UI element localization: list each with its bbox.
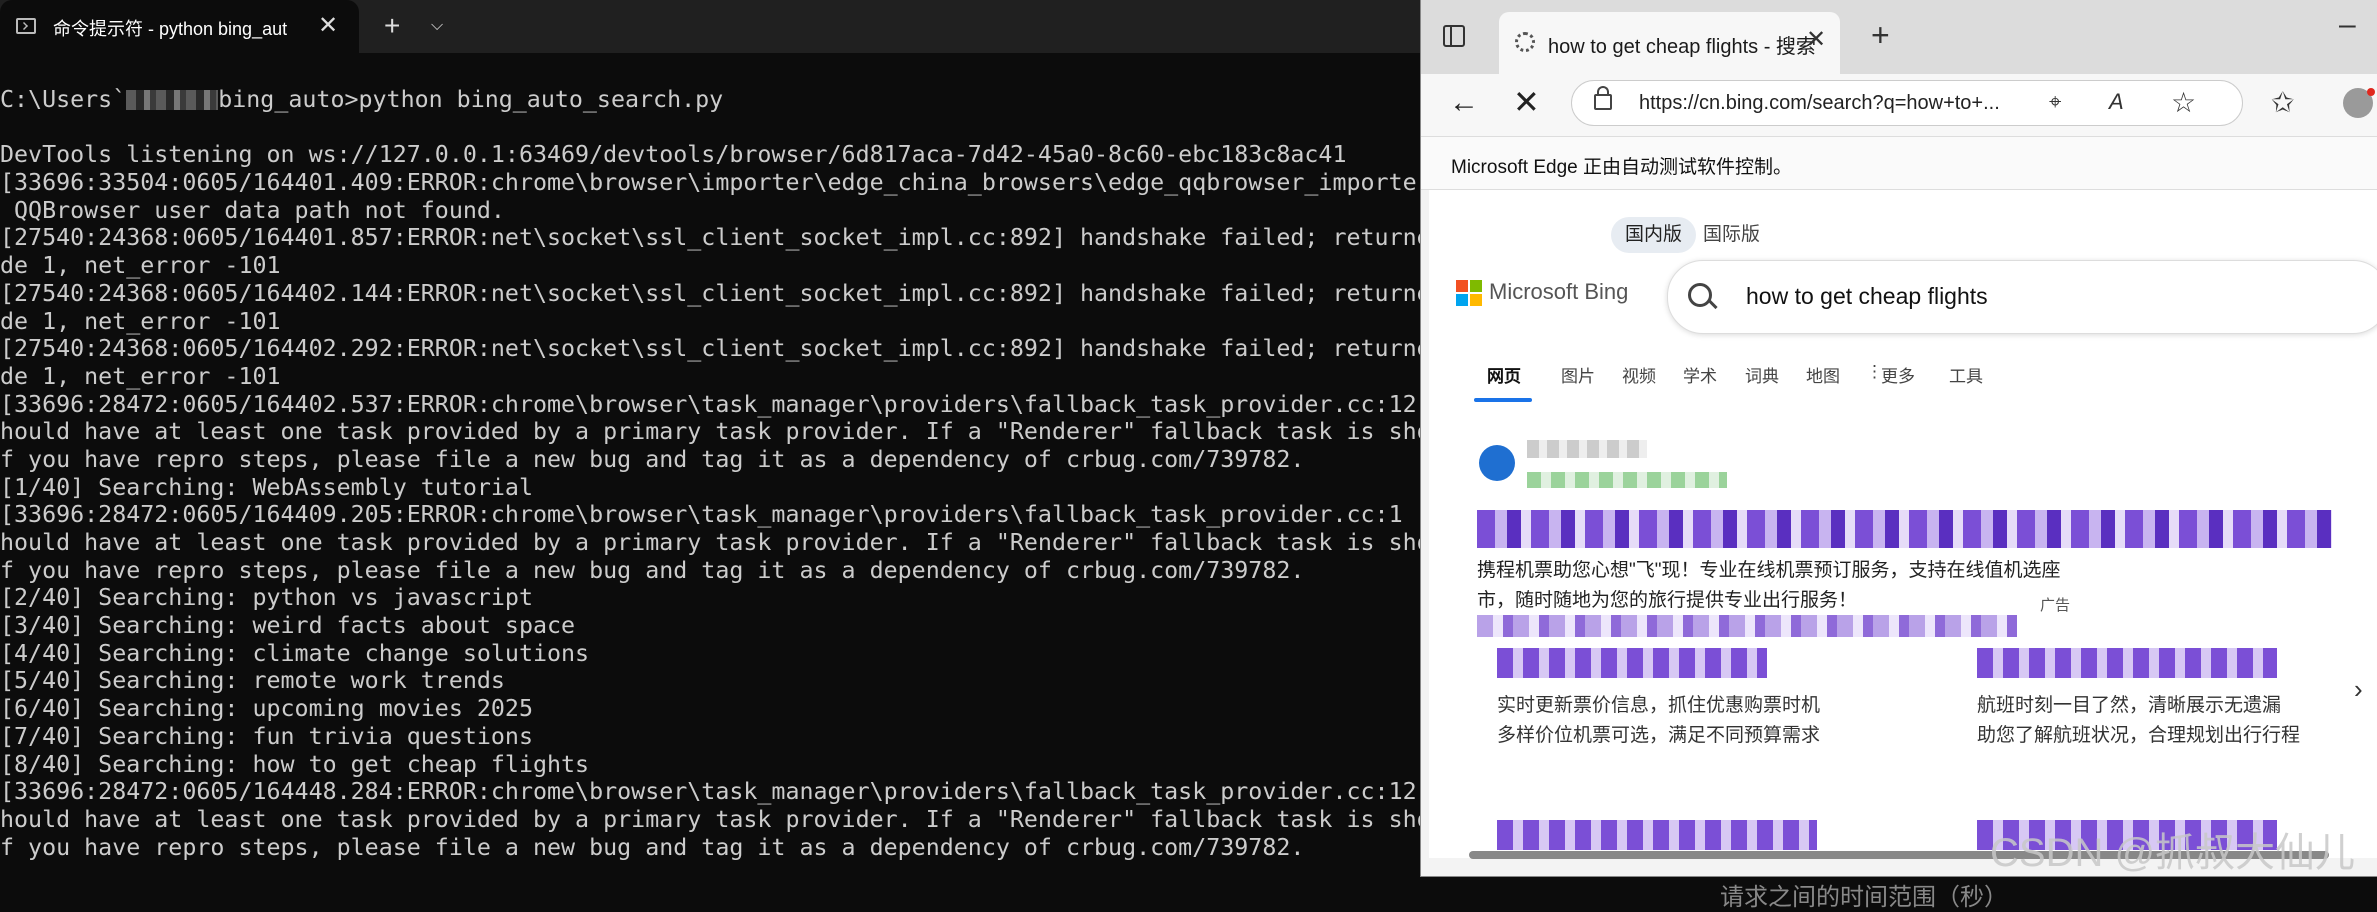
terminal-log-line: [3/40] Searching: weird facts about spac… [0, 612, 576, 640]
terminal-log-line: [27540:24368:0605/164401.857:ERROR:net\s… [0, 224, 1424, 252]
result-description-line1: 携程机票助您心想"飞"现！专业在线机票预订服务，支持在线值机选座 [1477, 560, 2061, 581]
browser-tab-title: how to get cheap flights - 搜索 [1548, 36, 1816, 58]
new-tab-button[interactable]: + [1871, 18, 1890, 52]
loading-spinner-icon [1515, 32, 1535, 52]
prompt-prefix: C:\Users` [0, 86, 127, 113]
blurred-sitelink-card3-title[interactable] [1497, 820, 1817, 850]
scope-tab-maps[interactable]: 地图 [1806, 362, 1840, 387]
scope-tab-videos[interactable]: 视频 [1622, 362, 1656, 387]
terminal-window: 命令提示符 - python bing_aut ✕ + ⌵ C:\Users` b… [0, 0, 1424, 893]
chevron-down-icon[interactable]: ⌵ [431, 12, 443, 40]
terminal-log-line: [8/40] Searching: how to get cheap fligh… [0, 750, 590, 778]
profile-avatar[interactable] [2343, 88, 2375, 118]
bing-brand-name[interactable]: Microsoft Bing [1489, 279, 1628, 305]
blurred-sitelink-card2-title[interactable] [1977, 648, 2277, 678]
sitelink-card1-line1: 实时更新票价信息，抓住优惠购票时机 [1497, 695, 1821, 716]
terminal-log-line: de 1, net_error -101 [0, 362, 281, 390]
url-text[interactable]: https://cn.bing.com/search?q=how+to+... [1639, 92, 2000, 115]
terminal-log-line: f you have repro steps, please file a ne… [0, 556, 1305, 584]
terminal-log-line: hould have at least one task provided by… [0, 529, 1424, 556]
terminal-log-line: [4/40] Searching: climate change solutio… [0, 639, 590, 667]
terminal-log-line: [27540:24368:0605/164402.292:ERROR:net\s… [0, 335, 1424, 363]
ad-label: 广告 [2040, 597, 2071, 614]
terminal-log-line: DevTools listening on ws://127.0.0.1:634… [0, 141, 1347, 169]
workspaces-icon[interactable] [1443, 25, 1465, 47]
terminal-tab-title: 命令提示符 - python bing_aut [53, 19, 288, 39]
automation-infobar: Microsoft Edge 正由自动测试软件控制。 [1421, 136, 2377, 190]
blurred-site-name[interactable] [1527, 440, 1647, 458]
close-icon[interactable]: ✕ [318, 11, 338, 41]
new-tab-button[interactable]: + [384, 10, 400, 42]
terminal-log-line: [1/40] Searching: WebAssembly tutorial [0, 473, 533, 501]
terminal-tab[interactable]: 命令提示符 - python bing_aut ✕ [0, 0, 359, 53]
terminal-prompt-line: C:\Users` bing_auto>python bing_auto_sear… [0, 86, 1424, 114]
terminal-tab-bar: 命令提示符 - python bing_aut ✕ + ⌵ [0, 0, 1424, 53]
terminal-log-line: de 1, net_error -101 [0, 252, 281, 280]
close-icon[interactable]: ✕ [1806, 26, 1826, 54]
read-aloud-icon[interactable]: A [2109, 89, 2124, 115]
terminal-log-line: [33696:28472:0605/164409.205:ERROR:chrom… [0, 501, 1403, 529]
scope-tab-images[interactable]: 图片 [1561, 362, 1595, 387]
sitelink-card2-line2: 助您了解航班状况，合理规划出行行程 [1977, 725, 2301, 746]
market-tab-domestic[interactable]: 国内版 [1611, 217, 1697, 253]
blurred-sitelink-card1-title[interactable] [1497, 648, 1767, 678]
stop-loading-icon[interactable]: ✕ [1513, 84, 1540, 120]
terminal-log-line: f you have repro steps, please file a ne… [0, 445, 1305, 473]
scope-tab-dictionary[interactable]: 词典 [1745, 362, 1779, 387]
address-bar[interactable]: https://cn.bing.com/search?q=how+to+... … [1571, 80, 2243, 126]
search-icon[interactable] [1688, 283, 1712, 307]
scope-tab-more[interactable]: 更多 [1881, 362, 1915, 387]
bing-results-page: 国内版 国际版 Microsoft Bing how to get cheap … [1429, 190, 2377, 858]
edge-browser-window: how to get cheap flights - 搜索 ✕ + – ← ✕ … [1420, 0, 2377, 877]
csdn-watermark: CSDN @抓叔大仙儿 [1990, 831, 2356, 875]
terminal-log-line: [33696:33504:0605/164401.409:ERROR:chrom… [0, 169, 1424, 197]
prompt-command: bing_auto>python bing_auto_search.py [218, 86, 724, 113]
browser-tab-active[interactable]: how to get cheap flights - 搜索 ✕ [1499, 12, 1840, 74]
terminal-log-line: [33696:28472:0605/164448.284:ERROR:chrom… [0, 778, 1417, 806]
terminal-log-line: QQBrowser user data path not found. [0, 196, 505, 224]
browser-toolbar: ← ✕ https://cn.bing.com/search?q=how+to+… [1421, 74, 2377, 136]
terminal-output: C:\Users` bing_auto>python bing_auto_sear… [0, 86, 1424, 893]
sitelink-card2-line1: 航班时刻一目了然，清晰展示无遗漏 [1977, 695, 2282, 716]
terminal-log-line: de 1, net_error -101 [0, 307, 281, 335]
terminal-log-line: [6/40] Searching: upcoming movies 2025 [0, 695, 533, 723]
terminal-log-line: [2/40] Searching: python vs javascript [0, 584, 533, 612]
blurred-result-title-link[interactable] [1477, 510, 2332, 548]
chevron-right-icon[interactable]: › [2354, 674, 2363, 705]
scope-tab-web[interactable]: 网页 [1487, 362, 1521, 387]
terminal-log-line: [27540:24368:0605/164402.144:ERROR:net\s… [0, 279, 1424, 307]
search-input[interactable]: how to get cheap flights [1667, 260, 2377, 334]
blurred-sitelinks-row[interactable] [1477, 615, 2017, 637]
infobar-text: Microsoft Edge 正由自动测试软件控制。 [1451, 157, 1792, 178]
redacted-username [126, 90, 219, 110]
terminal-log-line: [7/40] Searching: fun trivia questions [0, 722, 533, 750]
back-arrow-icon[interactable]: ← [1449, 86, 1479, 120]
active-scope-underline [1474, 398, 1532, 402]
minimize-button[interactable]: – [2339, 10, 2356, 40]
lock-icon[interactable] [1594, 86, 1612, 110]
sitelink-card1-line2: 多样价位机票可选，满足不同预算需求 [1497, 725, 1821, 746]
terminal-log-line: f you have repro steps, please file a ne… [0, 833, 1305, 861]
location-icon[interactable]: ⌖ [2049, 89, 2061, 115]
result-site-favicon[interactable] [1479, 445, 1515, 481]
blurred-site-url[interactable] [1527, 472, 1727, 488]
market-tab-international[interactable]: 国际版 [1689, 217, 1774, 253]
favorites-icon[interactable]: ✩ [2271, 88, 2294, 118]
microsoft-logo-icon [1456, 280, 1482, 306]
favorite-star-icon[interactable]: ☆ [2171, 86, 2196, 119]
terminal-log-line: [33696:28472:0605/164402.537:ERROR:chrom… [0, 390, 1417, 418]
terminal-log-line: hould have at least one task provided by… [0, 805, 1424, 833]
scope-tab-academic[interactable]: 学术 [1683, 362, 1717, 387]
background-window-text: 请求之间的时间范围（秒） [1720, 884, 2008, 911]
terminal-log-line: hould have at least one task provided by… [0, 418, 1424, 446]
terminal-icon [16, 18, 36, 34]
search-query[interactable]: how to get cheap flights [1746, 283, 1988, 310]
terminal-log-line: [5/40] Searching: remote work trends [0, 667, 505, 695]
scope-tab-tools[interactable]: 工具 [1949, 362, 1983, 387]
browser-tab-bar: how to get cheap flights - 搜索 ✕ + – [1421, 0, 2377, 74]
result-description-line2: 市，随时随地为您的旅行提供专业出行服务！ [1477, 590, 1858, 611]
terminal-log: DevTools listening on ws://127.0.0.1:634… [0, 141, 1424, 861]
